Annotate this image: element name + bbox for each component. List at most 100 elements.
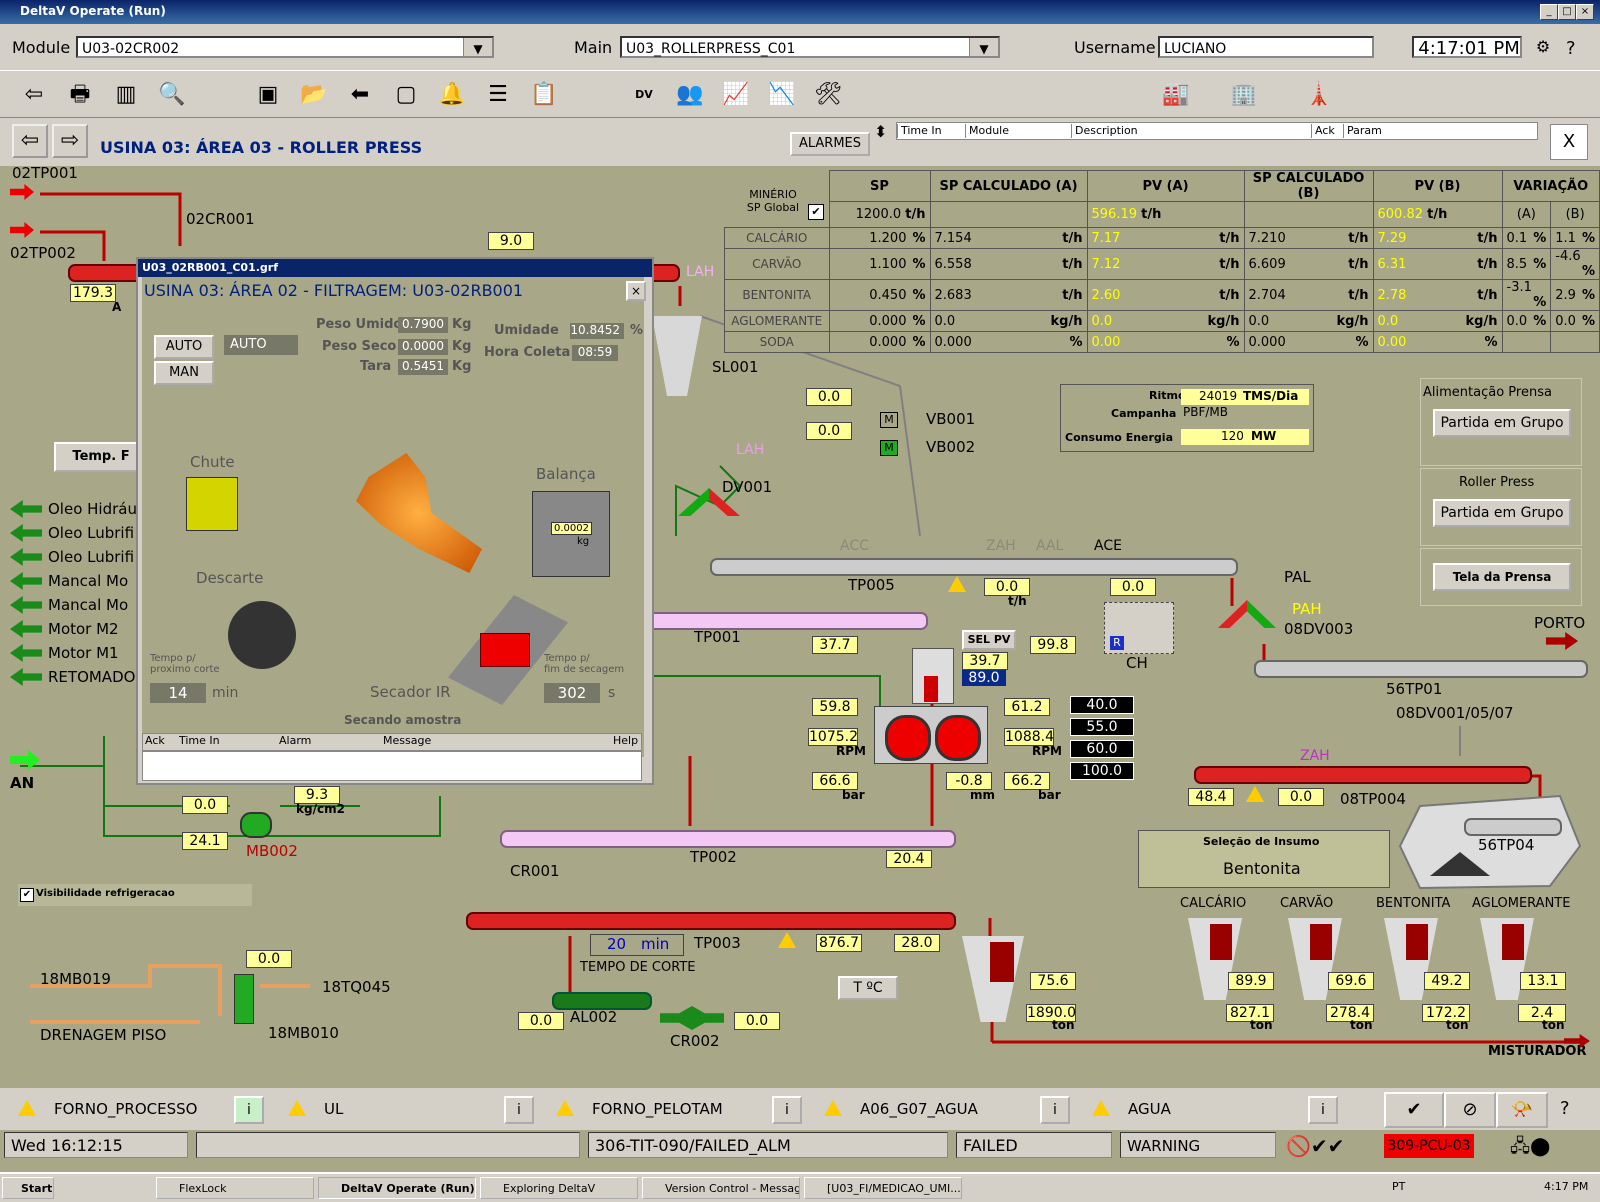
status-icons[interactable]: 🚫✔✔ [1286, 1134, 1376, 1158]
chute-icon[interactable] [186, 477, 238, 531]
plant-icon[interactable]: 🏭 [1148, 77, 1204, 113]
help-icon[interactable]: ? [1560, 1098, 1570, 1119]
pump-18mb010[interactable] [234, 974, 254, 1024]
visibilidade-checkbox[interactable]: ✔ [20, 888, 34, 902]
temperature-f-button[interactable]: Temp. F [54, 442, 148, 472]
sp-global-checkbox[interactable]: ✔ [808, 204, 824, 220]
maximize-button[interactable]: □ [1558, 4, 1576, 20]
info-icon[interactable]: i [1040, 1096, 1070, 1124]
vb001-status[interactable]: M [880, 412, 898, 428]
main-combo[interactable]: U03_ROLLERPRESS_C01 ▼ [620, 36, 1000, 58]
task-version[interactable]: Version Control - Messages [642, 1177, 800, 1199]
bell-icon[interactable]: 🔔 [434, 77, 470, 113]
info-icon[interactable]: i [1308, 1096, 1338, 1124]
exit-icon[interactable]: ⇦ [16, 77, 52, 113]
status-alarm-label[interactable]: AGUA [1128, 1100, 1171, 1118]
minerio-label: MINÉRIO SP Global [746, 188, 800, 214]
sel-insumo-value[interactable]: Bentonita [1223, 859, 1301, 878]
chevron-down-icon[interactable]: ▼ [969, 38, 998, 56]
minimize-button[interactable]: _ [1540, 4, 1558, 20]
info-icon[interactable]: i [772, 1096, 802, 1124]
conveyor-tp001[interactable] [636, 612, 928, 630]
partida-grupo-alimentacao-button[interactable]: Partida em Grupo [1433, 409, 1571, 437]
auto-button[interactable]: AUTO [154, 335, 214, 359]
status-alarm-label[interactable]: FORNO_PELOTAM [592, 1100, 723, 1118]
sampler-icon[interactable] [356, 453, 482, 573]
report-icon[interactable]: 📋 [526, 77, 562, 113]
close-alarm-panel-button[interactable]: X [1550, 124, 1588, 160]
alarm-list-icon[interactable]: ☰ [480, 77, 516, 113]
man-button[interactable]: MAN [154, 361, 214, 385]
module-combo[interactable]: U03-02CR002 ▼ [76, 36, 494, 58]
close-window-button[interactable]: × [1576, 4, 1594, 20]
back-arrow-icon[interactable]: ⬅ [342, 77, 378, 113]
left-item-label[interactable]: Oleo Lubrifi [48, 524, 134, 542]
print-icon[interactable]: 🖶 [62, 77, 98, 113]
balanca-display[interactable]: 0.0002 kg [532, 491, 610, 577]
task-flexlock[interactable]: FlexLock [156, 1177, 314, 1199]
cell-name: CALCÁRIO [746, 231, 808, 245]
building-icon[interactable]: 🏢 [1216, 77, 1272, 113]
scroll-arrows-icon[interactable]: ⬍ [874, 122, 887, 141]
tela-panel: Tela da Prensa [1420, 548, 1582, 606]
tela-prensa-button[interactable]: Tela da Prensa [1433, 563, 1571, 591]
language-indicator[interactable]: PT [1392, 1180, 1405, 1193]
back-icon[interactable]: ⇦ [12, 124, 48, 158]
faceplate-icon[interactable]: ▣ [250, 77, 286, 113]
search-icon[interactable]: 🔍 [154, 77, 190, 113]
deltav-icon[interactable]: DV [626, 77, 662, 113]
status-alarm-label[interactable]: UL [324, 1100, 343, 1118]
conveyor-tp002[interactable] [500, 830, 956, 848]
conveyor-56tp04[interactable] [1464, 818, 1562, 836]
conveyor-tp003[interactable] [466, 912, 956, 930]
left-item-label[interactable]: Oleo Lubrifi [48, 548, 134, 566]
left-item-label[interactable]: RETOMADOR [48, 668, 146, 686]
chart-icon[interactable]: 📉 [764, 77, 800, 113]
open-folder-icon[interactable]: 📂 [296, 77, 332, 113]
chevron-down-icon[interactable]: ▼ [463, 38, 492, 56]
cell-unit: % [1581, 230, 1595, 246]
left-item-label[interactable]: Mancal Mo [48, 596, 128, 614]
left-item-label[interactable]: Motor M1 [48, 644, 119, 662]
roller-press[interactable] [874, 706, 988, 764]
pump-mb002[interactable] [240, 812, 272, 838]
login-icon[interactable]: ⚙ [1528, 32, 1558, 62]
help-icon[interactable]: ? [1566, 38, 1576, 59]
task-medicao[interactable]: [U03_FI/MEDICAO_UMI... [804, 1177, 962, 1199]
sel-pv-button[interactable]: SEL PV [962, 630, 1016, 650]
descarte-icon[interactable] [228, 601, 296, 669]
left-item-label[interactable]: Mancal Mo [48, 572, 128, 590]
vb002-status[interactable]: M [880, 440, 898, 456]
start-button[interactable]: Start [2, 1177, 54, 1199]
left-item-label[interactable]: Oleo Hidráu [48, 500, 137, 518]
conveyor-tp005[interactable] [710, 558, 1238, 576]
conveyor-08tp004[interactable] [1194, 766, 1532, 784]
trend-icon[interactable]: 📈 [718, 77, 754, 113]
status-alarm-label[interactable]: FORNO_PROCESSO [54, 1100, 197, 1118]
pcu-status[interactable]: 309-PCU-03 [1384, 1134, 1474, 1158]
status-alarm-label[interactable]: A06_G07_AGUA [860, 1100, 978, 1118]
silence-icon[interactable]: ⊘ [1444, 1092, 1496, 1128]
temperature-button[interactable]: T ºC [838, 976, 898, 1000]
bars-icon[interactable]: ▥ [108, 77, 144, 113]
forward-icon[interactable]: ⇨ [52, 124, 88, 158]
alarmes-button[interactable]: ALARMES [790, 132, 870, 156]
info-icon[interactable]: i [234, 1096, 264, 1124]
partida-grupo-roller-button[interactable]: Partida em Grupo [1433, 499, 1571, 527]
horn-icon[interactable]: 📯 [1496, 1092, 1548, 1128]
ack-check-icon[interactable]: ✔ [1384, 1092, 1444, 1128]
task-deltav[interactable]: DeltaV Operate (Run) [318, 1177, 476, 1199]
popup-alarm-list[interactable] [142, 751, 642, 781]
network-icons[interactable]: 🖧⬤ [1510, 1134, 1594, 1158]
info-icon[interactable]: i [504, 1096, 534, 1124]
tower-icon[interactable]: 🗼 [1296, 77, 1342, 113]
conveyor-56tp01[interactable] [1254, 660, 1588, 678]
display-icon[interactable]: ▢ [388, 77, 424, 113]
users-icon[interactable]: 👥 [672, 77, 708, 113]
tempo-corte-field[interactable]: 20 min [590, 934, 684, 956]
popup-close-button[interactable]: × [626, 281, 646, 301]
alarm-col-time: Time In [897, 124, 942, 138]
left-item-label[interactable]: Motor M2 [48, 620, 119, 638]
task-exploring[interactable]: Exploring DeltaV [480, 1177, 638, 1199]
tools-icon[interactable]: 🛠 [810, 77, 846, 113]
